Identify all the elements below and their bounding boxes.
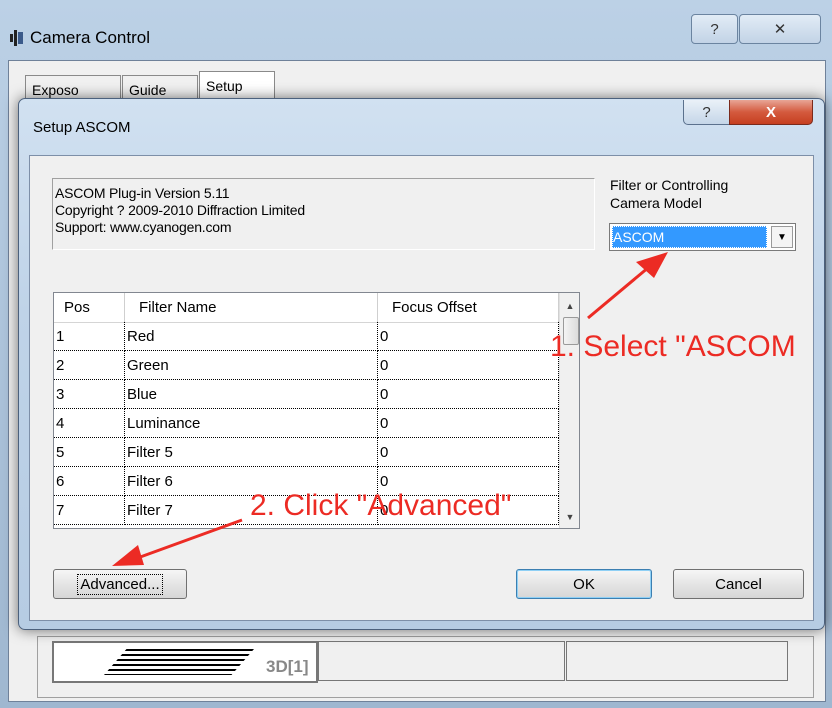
help-button[interactable]: ? bbox=[683, 100, 730, 125]
close-icon: X bbox=[765, 103, 776, 121]
camera-control-title: Camera Control bbox=[30, 28, 150, 47]
cell-pos[interactable]: 4 bbox=[54, 409, 125, 438]
camera-control-app-icon bbox=[10, 30, 23, 46]
close-button[interactable]: X bbox=[729, 100, 813, 125]
close-icon: ✕ bbox=[773, 21, 787, 38]
support-text: Support: www.cyanogen.com bbox=[55, 219, 232, 235]
help-icon: ? bbox=[702, 103, 711, 121]
cell-focus-offset[interactable]: 0 bbox=[378, 380, 559, 409]
cell-focus-offset[interactable]: 0 bbox=[378, 438, 559, 467]
copyright-text: Copyright ? 2009-2010 Diffraction Limite… bbox=[55, 202, 305, 218]
cell-pos[interactable]: 7 bbox=[54, 496, 125, 525]
table-row[interactable]: 3 Blue 0 bbox=[54, 380, 559, 409]
cell-filter-name[interactable]: Luminance bbox=[125, 409, 378, 438]
version-text: ASCOM Plug-in Version 5.11 bbox=[55, 185, 230, 201]
back-cell bbox=[566, 641, 788, 681]
table-row[interactable]: 2 Green 0 bbox=[54, 351, 559, 380]
camera-model-label-line: Filter or Controlling bbox=[610, 177, 729, 193]
cell-filter-name[interactable]: Green bbox=[125, 351, 378, 380]
hatch-graphic bbox=[104, 649, 254, 675]
cell-filter-name[interactable]: Blue bbox=[125, 380, 378, 409]
cell-pos[interactable]: 5 bbox=[54, 438, 125, 467]
cell-pos[interactable]: 1 bbox=[54, 322, 125, 351]
label-3d: 3D[1] bbox=[266, 657, 309, 676]
table-header: Pos Filter Name Focus Offset bbox=[54, 293, 559, 323]
cancel-button[interactable]: Cancel bbox=[673, 569, 804, 599]
scroll-up-icon[interactable]: ▲ bbox=[560, 297, 579, 315]
dialog-client: ASCOM Plug-in Version 5.11 Copyright ? 2… bbox=[29, 155, 814, 621]
back-close-button[interactable]: ✕ bbox=[739, 14, 821, 44]
annotation-step1: 1. Select "ASCOM bbox=[550, 330, 796, 363]
column-header-focus-offset[interactable]: Focus Offset bbox=[378, 293, 559, 322]
dialog-title: Setup ASCOM bbox=[33, 119, 131, 136]
cell-focus-offset[interactable]: 0 bbox=[378, 351, 559, 380]
column-header-pos[interactable]: Pos bbox=[54, 293, 125, 322]
table-row[interactable]: 4 Luminance 0 bbox=[54, 409, 559, 438]
help-icon: ? bbox=[710, 20, 719, 38]
advanced-button-label: Advanced... bbox=[77, 573, 163, 595]
advanced-button[interactable]: Advanced... bbox=[53, 569, 187, 599]
cell-focus-offset[interactable]: 0 bbox=[378, 322, 559, 351]
preview-cell: 3D[1] bbox=[52, 641, 318, 683]
column-header-filter-name[interactable]: Filter Name bbox=[125, 293, 378, 322]
ok-button[interactable]: OK bbox=[516, 569, 652, 599]
back-panel: 3D[1] bbox=[37, 636, 814, 698]
cell-filter-name[interactable]: Filter 5 bbox=[125, 438, 378, 467]
camera-model-label: Filter or Controlling Camera Model bbox=[610, 176, 728, 212]
back-help-button[interactable]: ? bbox=[691, 14, 738, 44]
annotation-step2: 2. Click "Advanced" bbox=[250, 489, 512, 522]
back-cell bbox=[318, 641, 565, 681]
tab-setup[interactable]: Setup bbox=[199, 71, 275, 101]
camera-model-value: ASCOM bbox=[612, 226, 767, 248]
camera-model-label-line: Camera Model bbox=[610, 195, 702, 211]
camera-model-select[interactable]: ASCOM ▼ bbox=[609, 223, 796, 251]
table-row[interactable]: 1 Red 0 bbox=[54, 322, 559, 351]
cell-filter-name[interactable]: Red bbox=[125, 322, 378, 351]
table-row[interactable]: 5 Filter 5 0 bbox=[54, 438, 559, 467]
dropdown-arrow-icon[interactable]: ▼ bbox=[771, 226, 793, 248]
cell-pos[interactable]: 3 bbox=[54, 380, 125, 409]
table-scrollbar[interactable]: ▲ ▼ bbox=[559, 293, 579, 528]
cell-pos[interactable]: 2 bbox=[54, 351, 125, 380]
scroll-down-icon[interactable]: ▼ bbox=[560, 508, 579, 526]
plugin-info-box: ASCOM Plug-in Version 5.11 Copyright ? 2… bbox=[52, 178, 595, 250]
setup-ascom-dialog: Setup ASCOM ? X ASCOM Plug-in Version 5.… bbox=[18, 98, 825, 630]
cell-pos[interactable]: 6 bbox=[54, 467, 125, 496]
cell-focus-offset[interactable]: 0 bbox=[378, 409, 559, 438]
